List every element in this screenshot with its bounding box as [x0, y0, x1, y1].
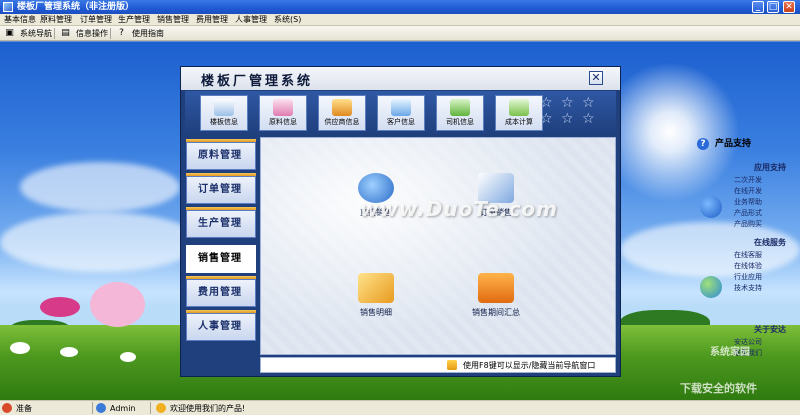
help-icon: ?: [119, 28, 124, 38]
flower: [10, 342, 30, 354]
menu-material[interactable]: 原料管理: [40, 15, 72, 25]
dialog-close-button[interactable]: ✕: [589, 71, 603, 85]
floor-info-icon: [214, 99, 234, 116]
section-online-service: 在线服务: [754, 238, 786, 247]
link-business-help[interactable]: 业务帮助: [734, 197, 762, 207]
navigation-dialog: 楼板厂管理系统 ✕ 楼板信息 原料信息 供应商信息 客户信息 司机信息 成本计算…: [180, 66, 621, 377]
toolbar-separator: [54, 28, 55, 39]
cloud: [0, 212, 200, 272]
dialog-hint-bar: 使用F8键可以显示/隐藏当前导航窗口: [260, 357, 616, 373]
item-sales-detail[interactable]: 销售明细: [341, 273, 411, 318]
btn-customer-info[interactable]: 客户信息: [377, 95, 425, 131]
left-nav: 原料管理 订单管理 生产管理 销售管理 费用管理 人事管理: [186, 139, 258, 355]
status-bar: 准备 Admin 欢迎使用我们的产品!: [0, 400, 800, 415]
menu-expense[interactable]: 费用管理: [196, 15, 228, 25]
link-online-trial[interactable]: 在线体验: [734, 261, 762, 271]
nav-hr[interactable]: 人事管理: [186, 313, 256, 341]
status-separator: [150, 402, 151, 414]
watermark-text: www.DuoTe.com: [360, 197, 558, 221]
flower: [60, 347, 78, 357]
product-support-panel: ? 产品支持: [697, 137, 800, 151]
menu-system[interactable]: 系统(S): [274, 15, 301, 25]
close-window-button[interactable]: ✕: [783, 1, 795, 13]
nav-sales[interactable]: 销售管理: [186, 245, 256, 273]
status-user: Admin: [96, 403, 136, 414]
link-online-dev[interactable]: 在线开发: [734, 186, 762, 196]
nav-material[interactable]: 原料管理: [186, 142, 256, 170]
material-info-icon: [273, 99, 293, 116]
status-ready: 准备: [2, 403, 32, 414]
toolbar-label: 系统导航: [20, 29, 52, 38]
nav-expense[interactable]: 费用管理: [186, 279, 256, 307]
link-tech-support[interactable]: 技术支持: [734, 283, 762, 293]
nav-order[interactable]: 订单管理: [186, 176, 256, 204]
menu-hr[interactable]: 人事管理: [235, 15, 267, 25]
section-app-support: 应用支持: [754, 163, 786, 172]
flower: [90, 282, 145, 327]
link-secondary-dev[interactable]: 二次开发: [734, 175, 762, 185]
toolbar-guide[interactable]: ? 使用指南: [116, 28, 164, 39]
maximize-button[interactable]: □: [767, 1, 779, 13]
link-buy-product[interactable]: 产品购买: [734, 219, 762, 229]
cloud: [620, 222, 800, 277]
btn-cost-calc[interactable]: 成本计算: [495, 95, 543, 131]
status-welcome: 欢迎使用我们的产品!: [156, 403, 245, 414]
content-area: 直接销售 订单销售 销售明细 销售期间汇总 www.DuoTe.com: [260, 137, 616, 355]
corner-watermark-line2: 下载安全的软件: [680, 382, 757, 395]
btn-material-info[interactable]: 原料信息: [259, 95, 307, 131]
globe-icon: [700, 276, 722, 298]
toolbar-label: 信息操作: [76, 29, 108, 38]
btn-floor-info[interactable]: 楼板信息: [200, 95, 248, 131]
decorative-stars: ☆ ☆ ☆ ☆ ☆ ☆: [540, 95, 597, 127]
arrow-icon: [700, 196, 722, 218]
briefcase-icon: [478, 273, 514, 303]
customer-info-icon: [391, 99, 411, 116]
dialog-title-bar: 楼板厂管理系统 ✕: [181, 67, 620, 90]
monitor-icon: ▣: [5, 28, 14, 38]
toolbar-label: 使用指南: [132, 29, 164, 38]
cloud: [20, 162, 180, 212]
title-bar: 楼板厂管理系统（非注册版） _ □ ✕: [0, 0, 800, 14]
flower: [40, 297, 80, 317]
minimize-button[interactable]: _: [752, 1, 764, 13]
link-industry-app[interactable]: 行业应用: [734, 272, 762, 282]
menu-production[interactable]: 生产管理: [118, 15, 150, 25]
item-sales-period-summary[interactable]: 销售期间汇总: [451, 273, 541, 318]
status-icon: [2, 403, 12, 413]
menu-order[interactable]: 订单管理: [80, 15, 112, 25]
menu-bar: 基本信息 原料管理 订单管理 生产管理 销售管理 费用管理 人事管理 系统(S): [0, 14, 800, 26]
document-icon: ▤: [61, 28, 70, 38]
driver-info-icon: [450, 99, 470, 116]
toolbar-info-ops[interactable]: ▤ 信息操作: [60, 28, 108, 39]
product-support-title: ? 产品支持: [697, 137, 800, 151]
btn-supplier-info[interactable]: 供应商信息: [318, 95, 366, 131]
corner-watermark-line1: 系统家园: [710, 347, 750, 358]
user-icon: [96, 403, 106, 413]
toolbar-separator: [110, 28, 111, 39]
dialog-title: 楼板厂管理系统: [201, 74, 314, 89]
hint-text: 使用F8键可以显示/隐藏当前导航窗口: [463, 361, 596, 370]
nav-production[interactable]: 生产管理: [186, 210, 256, 238]
open-book-icon: [358, 273, 394, 303]
flower: [120, 352, 136, 362]
supplier-info-icon: [332, 99, 352, 116]
section-about: 关于安达: [754, 325, 786, 334]
sun-glow: [600, 62, 740, 202]
cost-calc-icon: [509, 99, 529, 116]
window-title: 楼板厂管理系统（非注册版）: [17, 2, 135, 12]
menu-sales[interactable]: 销售管理: [157, 15, 189, 25]
toolbar: ▣ 系统导航 ▤ 信息操作 ? 使用指南: [0, 26, 800, 41]
status-separator: [92, 402, 93, 414]
link-online-service[interactable]: 在线客服: [734, 250, 762, 260]
app-icon: [3, 2, 13, 12]
menu-basic-info[interactable]: 基本信息: [4, 15, 36, 25]
toolbar-system-nav[interactable]: ▣ 系统导航: [4, 28, 52, 39]
info-icon: [156, 403, 166, 413]
lightbulb-icon: [447, 360, 457, 370]
link-product-form[interactable]: 产品形式: [734, 208, 762, 218]
help-icon: ?: [697, 138, 709, 150]
btn-driver-info[interactable]: 司机信息: [436, 95, 484, 131]
top-button-strip: 楼板信息 原料信息 供应商信息 客户信息 司机信息 成本计算 ☆ ☆ ☆ ☆ ☆ …: [185, 91, 616, 135]
